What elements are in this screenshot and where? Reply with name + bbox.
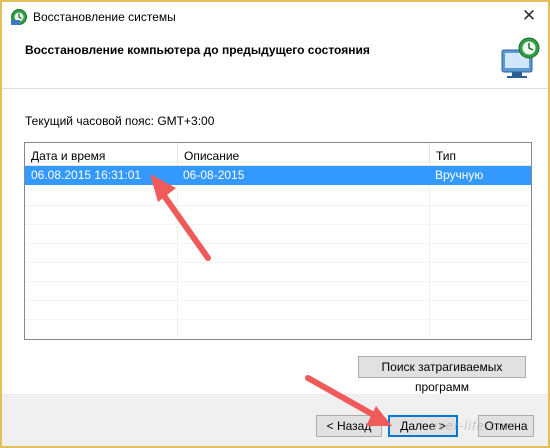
- scan-affected-programs-button[interactable]: Поиск затрагиваемых программ: [358, 356, 526, 394]
- row-divider: [25, 262, 531, 263]
- cell-description: 06-08-2015: [183, 168, 245, 182]
- cell-type: Вручную: [435, 168, 484, 182]
- row-divider: [25, 300, 531, 301]
- watermark: user-life.com: [430, 418, 518, 433]
- timezone-label: Текущий часовой пояс: GMT+3:00: [25, 114, 215, 128]
- column-header-description[interactable]: Описание: [177, 143, 429, 165]
- row-divider: [25, 224, 531, 225]
- row-divider: [25, 281, 531, 282]
- table-row[interactable]: 06.08.2015 16:31:01 06-08-2015 Вручную: [25, 166, 531, 185]
- table-header: ⌄ Дата и время Описание Тип: [25, 143, 531, 166]
- restore-points-table[interactable]: ⌄ Дата и время Описание Тип 06.08.2015 1…: [24, 142, 532, 340]
- column-header-date-label: Дата и время: [31, 149, 106, 163]
- row-divider: [25, 205, 531, 206]
- header-divider: [2, 88, 548, 89]
- title-bar: Восстановление системы ✕: [2, 2, 548, 32]
- column-header-date[interactable]: ⌄ Дата и время: [25, 143, 177, 165]
- sort-chevron-icon: ⌄: [98, 150, 106, 160]
- back-button[interactable]: < Назад: [316, 415, 382, 437]
- row-divider: [25, 319, 531, 320]
- close-button[interactable]: ✕: [516, 5, 542, 27]
- row-divider: [25, 243, 531, 244]
- column-header-type[interactable]: Тип: [429, 143, 531, 165]
- window-title: Восстановление системы: [33, 10, 176, 24]
- page-title: Восстановление компьютера до предыдущего…: [25, 43, 370, 57]
- system-restore-icon: [11, 9, 27, 25]
- column-header-type-label: Тип: [436, 149, 457, 163]
- column-header-description-label: Описание: [184, 149, 240, 163]
- dialog-window: Восстановление системы ✕ Восстановление …: [0, 0, 550, 448]
- cell-date: 06.08.2015 16:31:01: [31, 168, 142, 182]
- system-restore-icon: [501, 37, 540, 78]
